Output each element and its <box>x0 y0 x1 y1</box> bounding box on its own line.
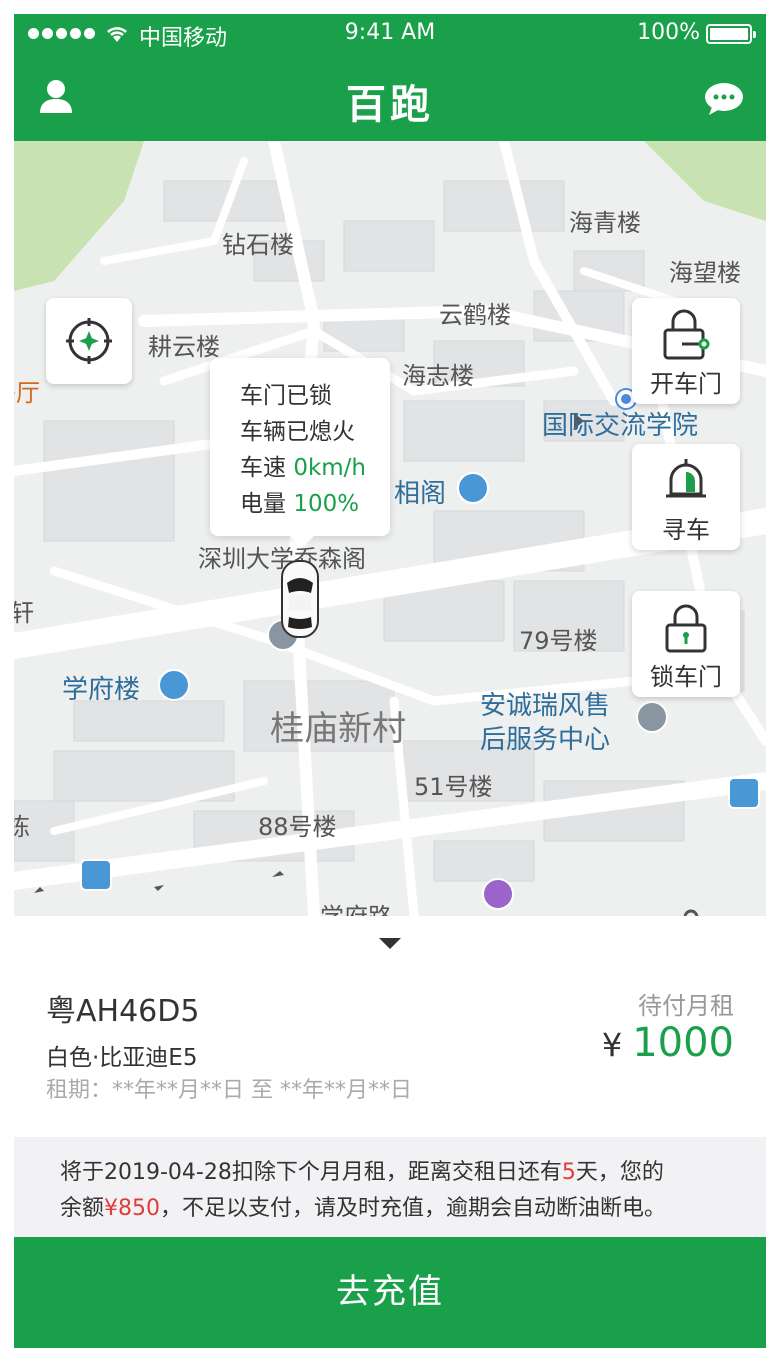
unlock-icon <box>663 309 710 360</box>
map-label-xuefulu: 学府路 <box>320 897 392 916</box>
app-header: 中国移动 9:41 AM 100% 百跑 <box>14 14 766 141</box>
notice-text: 将于2019-04-28扣除下个月月租，距离交租日还有 <box>60 1160 562 1185</box>
phone-screen: 中国移动 9:41 AM 100% 百跑 钻石楼 海青楼 海望楼 云鹤楼 耕云楼… <box>14 14 766 1348</box>
poi-service-icon <box>636 701 668 733</box>
balance-amount: ¥850 <box>104 1196 161 1221</box>
app-title: 百跑 <box>346 82 434 128</box>
find-car-button[interactable]: 寻车 <box>632 444 740 550</box>
speed-value: 0km/h <box>293 455 366 481</box>
notice-line-1: 将于2019-04-28扣除下个月月租，距离交租日还有5天，您的 <box>60 1155 736 1191</box>
speed-row: 车速 0km/h <box>240 450 390 486</box>
rental-period: 租期：**年**月**日 至 **年**月**日 <box>46 1078 412 1103</box>
map-label-xuan: 轩 <box>14 599 34 627</box>
rent-due-amount: ¥1000 <box>602 1020 734 1066</box>
map-label-xiangge: 相阁 <box>394 479 447 509</box>
poi-building-icon <box>158 669 190 701</box>
map-label-guoji: 国际交流学院 <box>542 411 699 441</box>
bus-stop-icon <box>80 859 112 891</box>
map-label-ancheng: 后服务中心 <box>480 725 611 755</box>
vehicle-model: 白色·比亚迪E5 <box>46 1045 198 1071</box>
vehicle-status-popup: 车门已锁 车辆已熄火 车速 0km/h 电量 100% <box>210 358 390 548</box>
battery-percent: 100% <box>637 20 700 45</box>
map-label-xuefu: 学府楼 <box>62 675 141 705</box>
map-label-gengyun: 耕云楼 <box>148 333 220 361</box>
car-icon[interactable] <box>280 559 320 639</box>
plate-number: 粤AH46D5 <box>46 994 200 1029</box>
battery-value: 100% <box>293 491 360 517</box>
days-remaining: 5 <box>561 1160 576 1185</box>
notice-text: 余额 <box>60 1196 105 1221</box>
poi-shop-icon <box>482 878 514 910</box>
notice-line-2: 余额¥850，不足以支付，请及时充值，逾期会自动断油断电。 <box>60 1191 736 1227</box>
currency-symbol: ¥ <box>601 1026 623 1064</box>
battery-label: 电量 <box>240 491 286 517</box>
door-status: 车门已锁 <box>240 383 332 409</box>
recharge-button[interactable]: 去充值 <box>14 1237 766 1348</box>
map-label-haizhi: 海志楼 <box>402 362 474 390</box>
lock-icon <box>665 604 707 653</box>
locate-icon <box>66 318 112 364</box>
find-car-label: 寻车 <box>662 516 710 544</box>
map-label-ting: 餐厅 <box>14 379 40 407</box>
notice-text: ，不足以支付，请及时充值，逾期会自动断油断电。 <box>160 1196 667 1221</box>
battery-icon <box>706 24 756 44</box>
collapse-arrow-icon[interactable] <box>379 938 401 949</box>
battery-row: 电量 100% <box>240 486 390 522</box>
status-bar: 中国移动 9:41 AM 100% <box>14 14 766 54</box>
message-icon[interactable] <box>704 82 744 116</box>
speed-label: 车速 <box>240 455 286 481</box>
map-label-haiqing: 海青楼 <box>569 209 641 237</box>
map-label-ancheng: 安诚瑞风售 <box>480 691 611 721</box>
map-label-haiwang: 海望楼 <box>669 259 741 287</box>
lock-door-label: 锁车门 <box>650 663 722 691</box>
engine-status: 车辆已熄火 <box>240 419 355 445</box>
vehicle-info-panel: 粤AH46D5 白色·比亚迪E5 租期：**年**月**日 至 **年**月**… <box>14 916 766 1137</box>
poi-building-icon <box>457 472 489 504</box>
map-label-guimiao: 桂庙新村 <box>270 709 406 749</box>
map-label-zuanshi: 钻石楼 <box>222 231 294 259</box>
rent-due-label: 待付月租 <box>638 992 734 1020</box>
map-label-dong: 栋 <box>14 813 30 841</box>
map-label-yunhe: 云鹤楼 <box>439 301 511 329</box>
payment-notice: 将于2019-04-28扣除下个月月租，距离交租日还有5天，您的 余额¥850，… <box>14 1137 766 1237</box>
rent-value: 1000 <box>632 1020 734 1066</box>
map-label-no79: 79号楼 <box>519 627 598 655</box>
notice-text: 天，您的 <box>575 1160 664 1185</box>
locate-button[interactable] <box>46 298 132 384</box>
map-view[interactable]: 钻石楼 海青楼 海望楼 云鹤楼 耕云楼 海志楼 餐厅 国际交流学院 相阁 深圳大… <box>14 141 766 916</box>
bell-icon <box>666 459 706 498</box>
map-label-no88: 88号楼 <box>258 813 337 841</box>
open-door-label: 开车门 <box>650 370 722 398</box>
lock-door-button[interactable]: 锁车门 <box>632 591 740 697</box>
map-label-no51: 51号楼 <box>414 773 493 801</box>
open-door-button[interactable]: 开车门 <box>632 298 740 404</box>
bus-stop-icon <box>728 777 760 809</box>
